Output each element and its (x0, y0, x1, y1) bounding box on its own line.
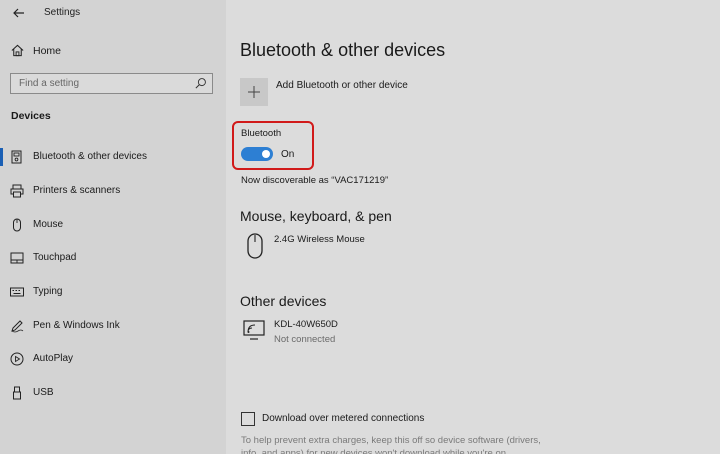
app-title: Settings (44, 7, 81, 18)
sidebar-item-label: AutoPlay (33, 353, 74, 364)
sidebar: Settings Home Devices Bluetooth & other … (0, 0, 226, 454)
sidebar-item-usb[interactable]: USB (0, 381, 226, 405)
device-name: 2.4G Wireless Mouse (274, 234, 365, 245)
search-input[interactable] (11, 74, 191, 93)
sidebar-item-touchpad[interactable]: Touchpad (0, 246, 226, 270)
printer-icon (10, 184, 24, 198)
bluetooth-devices-icon (11, 150, 22, 164)
other-devices-heading: Other devices (240, 293, 327, 309)
home-icon (11, 44, 24, 57)
metered-checkbox[interactable] (241, 412, 255, 426)
sidebar-item-home[interactable]: Home (0, 40, 226, 62)
bluetooth-label: Bluetooth (241, 128, 282, 139)
back-arrow-icon[interactable] (11, 5, 27, 21)
sidebar-item-mouse[interactable]: Mouse (0, 213, 226, 237)
sidebar-item-typing[interactable]: Typing (0, 280, 226, 304)
metered-help-text: To help prevent extra charges, keep this… (241, 435, 541, 454)
mouse-icon (247, 233, 263, 259)
pen-icon (11, 320, 24, 333)
mouse-icon (13, 218, 21, 232)
metered-label: Download over metered connections (262, 413, 425, 424)
sidebar-item-label: Typing (33, 286, 63, 297)
search-box[interactable] (10, 73, 213, 94)
section-label-devices: Devices (11, 110, 51, 122)
sidebar-item-autoplay[interactable]: AutoPlay (0, 347, 226, 371)
sidebar-item-pen[interactable]: Pen & Windows Ink (0, 314, 226, 338)
add-device-button[interactable] (240, 78, 268, 106)
usb-icon (13, 386, 21, 400)
title-bar: Settings (0, 0, 226, 26)
touchpad-icon (10, 252, 24, 264)
discoverable-text: Now discoverable as “VAC171219” (241, 175, 389, 186)
sidebar-item-label: Touchpad (33, 252, 77, 263)
sidebar-item-bluetooth[interactable]: Bluetooth & other devices (0, 145, 226, 169)
device-name: KDL-40W650D (274, 319, 338, 330)
sidebar-item-label: Printers & scanners (33, 185, 121, 196)
display-wireless-icon (243, 320, 265, 340)
device-status: Not connected (274, 334, 336, 345)
sidebar-item-printers[interactable]: Printers & scanners (0, 179, 226, 203)
sidebar-item-label: Mouse (33, 219, 64, 230)
keyboard-icon (10, 287, 24, 297)
bluetooth-toggle[interactable] (241, 147, 273, 161)
search-icon[interactable] (194, 77, 207, 90)
sidebar-item-label: Home (33, 45, 62, 57)
add-device-label[interactable]: Add Bluetooth or other device (276, 80, 408, 91)
main-content: Bluetooth & other devices Add Bluetooth … (226, 0, 720, 454)
plus-icon (248, 86, 260, 98)
bluetooth-toggle-state: On (281, 149, 295, 160)
sidebar-item-label: Pen & Windows Ink (33, 320, 120, 331)
page-title: Bluetooth & other devices (240, 40, 446, 60)
autoplay-icon (10, 352, 24, 366)
toggle-knob (262, 150, 270, 158)
mouse-keyboard-pen-heading: Mouse, keyboard, & pen (240, 208, 392, 224)
sidebar-item-label: Bluetooth & other devices (33, 151, 147, 162)
sidebar-item-label: USB (33, 387, 54, 398)
